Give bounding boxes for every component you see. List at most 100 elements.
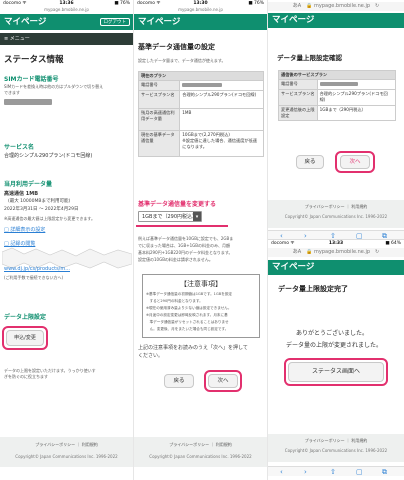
copyright: Copyright© Japan Communications Inc. 199… bbox=[15, 454, 118, 459]
table-row-value bbox=[316, 79, 397, 90]
sim-note-2: できます bbox=[4, 90, 20, 95]
notice-line: ※月途中の設定変更は即時反映されます。月末に基 bbox=[146, 313, 228, 317]
url-label[interactable]: mypage.bmobile.ne.jp bbox=[0, 7, 133, 13]
speed-label: 高速通信 1MB bbox=[4, 191, 39, 197]
usage-heading: 当月利用データ量 bbox=[4, 181, 53, 188]
footer: プライバシーポリシー ｜ 利用規約 Copyright© Japan Commu… bbox=[134, 437, 267, 467]
explain-line: 基本料290円+1GB220円のデータ料金となります。 bbox=[138, 250, 233, 255]
header-title: マイページ bbox=[138, 17, 181, 27]
header-bar: マイページ bbox=[268, 13, 404, 28]
change-heading: 基準データ通信量を変更する bbox=[138, 201, 217, 208]
limit-select-value: 1GBまで（290円税込） bbox=[142, 214, 198, 220]
confirm-panel: あA 🔒 mypage.bmobile.ne.jp ↻ マイページ データ量上限… bbox=[268, 0, 404, 240]
chevron-down-icon: ▾ bbox=[193, 212, 201, 221]
back-button[interactable]: 戻る bbox=[164, 374, 194, 388]
notice-line: 準データ通信量がリセットされることはありませ bbox=[146, 320, 229, 324]
intro-text: 設定したデータ量まで、データ通信が使えます。 bbox=[138, 58, 226, 63]
next-button-highlight bbox=[204, 370, 242, 392]
table-row-key: サービスプラン名 bbox=[137, 90, 181, 109]
detail-link[interactable]: □ 詳細表示の設定 bbox=[4, 226, 45, 233]
footer: プライバシーポリシー ｜ 利用規約 Copyright© Japan Commu… bbox=[268, 200, 404, 228]
explain-line: 設定値の10GBの料金は請求されません。 bbox=[138, 257, 213, 262]
clock: 13:33 bbox=[328, 241, 344, 246]
footer-links[interactable]: プライバシーポリシー ｜ 利用規約 bbox=[134, 442, 267, 448]
next-button-highlight bbox=[335, 151, 375, 173]
table-row-value: 1GBまで（290円税込） bbox=[316, 105, 397, 121]
logout-button[interactable]: ログアウト bbox=[99, 18, 130, 26]
confirm-table-head: 通信後のサービスプラン bbox=[278, 70, 396, 80]
url-bar[interactable]: あA 🔒 mypage.bmobile.ne.jp ↻ bbox=[268, 2, 404, 11]
tabs-icon[interactable]: ⧉ bbox=[382, 468, 387, 476]
masked-phone-number bbox=[319, 82, 358, 86]
status-bar: docomo ᯤ 13:30 ■ 76% bbox=[134, 0, 267, 7]
table-row-value: 合理的シンプル290プラン(ドコモ回線) bbox=[179, 90, 264, 109]
back-arrow-icon[interactable]: ‹ bbox=[280, 468, 283, 476]
changed-text: データ量の上限が変更されました。 bbox=[286, 342, 383, 349]
apply-button-highlight bbox=[2, 326, 48, 350]
menu-bar[interactable]: ≡ メニュー bbox=[0, 33, 133, 45]
plan-table-head: 現在のプラン bbox=[138, 71, 264, 81]
service-value: 合理的シンプル290プラン(ドコモ回線) bbox=[4, 153, 93, 159]
notice-line: ※基準データ通信量の初期値は1GBです。1GBを設定 bbox=[146, 292, 233, 296]
confirm-table: 通信後のサービスプラン 電話番号 サービスプラン名 合理的シンプル290プラン(… bbox=[278, 70, 397, 121]
service-heading: サービス名 bbox=[4, 144, 35, 151]
plan-table: 現在のプラン 電話番号 サービスプラン名 合理的シンプル290プラン(ドコモ回線… bbox=[137, 71, 264, 157]
status-bar: docomo ᯤ 13:33 ■ 64% bbox=[268, 240, 404, 247]
limit-setting-panel: docomo ᯤ 13:30 ■ 76% mypage.bmobile.ne.j… bbox=[134, 0, 268, 480]
share-icon[interactable]: ⇧ bbox=[330, 232, 336, 239]
dj-link[interactable]: www.dj.jp/cs/products/m... bbox=[4, 266, 70, 272]
bookmarks-icon[interactable]: ▢ bbox=[356, 468, 363, 476]
table-row-key: 電話番号 bbox=[137, 80, 181, 91]
limit-note-2: ぎを防ぐのに役立ちます bbox=[4, 374, 48, 379]
page-title: 基準データ通信量の設定 bbox=[138, 43, 215, 51]
limit-heading: データ上限設定 bbox=[4, 314, 47, 321]
browser-toolbar: ‹ › ⇧ ▢ ⧉ bbox=[268, 466, 404, 476]
page-title: データ量上限設定完了 bbox=[278, 285, 348, 293]
notice-line: すると290円の料金となります。 bbox=[146, 299, 203, 303]
clock: 13:30 bbox=[193, 1, 208, 6]
dj-note: (ご利用手数で接続できない方へ) bbox=[4, 275, 64, 280]
explain-line: 例えば基準データ通信量を10GBに設定でも、2GBま bbox=[138, 236, 234, 241]
page-title: データ量上限設定確認 bbox=[277, 54, 342, 62]
masked-phone-number[interactable] bbox=[4, 99, 52, 105]
share-icon[interactable]: ⇧ bbox=[330, 468, 336, 476]
masked-phone-number bbox=[182, 83, 223, 87]
footer-links[interactable]: プライバシーポリシー ｜ 利用規約 bbox=[0, 442, 133, 448]
header-bar: マイページ bbox=[134, 14, 267, 30]
header-title: マイページ bbox=[272, 262, 315, 272]
notice-line: ※現在の使用済み量より少ない値は設定できません。 bbox=[146, 306, 232, 310]
tabs-icon[interactable]: ⧉ bbox=[382, 232, 387, 239]
usage-note: ※高速通信の最大値は上限設定から変更できます。 bbox=[4, 216, 95, 221]
table-row-key: 現在の基準データ通信量 bbox=[137, 130, 181, 157]
notice-title: 【注意事項】 bbox=[180, 280, 222, 288]
complete-panel: docomo ᯤ 13:33 ■ 64% あA 🔒 mypage.bmobile… bbox=[268, 240, 404, 480]
forward-arrow-icon[interactable]: › bbox=[304, 232, 307, 239]
table-row-value: 合理的シンプル290プラン(ドコモ回線) bbox=[316, 89, 397, 106]
copyright: Copyright© Japan Communications Inc. 199… bbox=[284, 448, 388, 453]
table-row-key: サービスプラン名 bbox=[278, 89, 318, 106]
url-bar[interactable]: あA 🔒 mypage.bmobile.ne.jp ↻ bbox=[268, 248, 404, 257]
bookmarks-icon[interactable]: ▢ bbox=[356, 232, 363, 239]
back-button[interactable]: 戻る bbox=[296, 155, 324, 169]
footer: プライバシーポリシー ｜ 利用規約 Copyright© Japan Commu… bbox=[0, 437, 133, 467]
url-label[interactable]: mypage.bmobile.ne.jp bbox=[134, 7, 267, 13]
footer-links[interactable]: プライバシーポリシー ｜ 利用規約 bbox=[268, 438, 404, 444]
footer-links[interactable]: プライバシーポリシー ｜ 利用規約 bbox=[268, 204, 404, 210]
battery-label: ■ 76% bbox=[114, 1, 130, 6]
speed-max: (最大 10000MBまで利用可能) bbox=[8, 199, 71, 204]
table-row-value: 1MB bbox=[179, 108, 264, 131]
confirm-text-2: ください。 bbox=[138, 353, 164, 359]
notice-line: ん。変更後、月をまたいだ場合も同じ設定です。 bbox=[146, 327, 229, 331]
clock: 13:36 bbox=[59, 1, 74, 6]
battery-label: ■ 76% bbox=[248, 1, 264, 6]
forward-arrow-icon[interactable]: › bbox=[304, 468, 307, 476]
usage-period: 2022年3月31日 ～ 2022年4月29日 bbox=[4, 207, 79, 212]
limit-select[interactable]: 1GBまで（290円税込） ▾ bbox=[138, 211, 202, 222]
back-arrow-icon[interactable]: ‹ bbox=[280, 232, 283, 239]
notice-box: 【注意事項】 ※基準データ通信量の初期値は1GBです。1GBを設定 すると290… bbox=[142, 274, 260, 338]
battery-label: ■ 64% bbox=[385, 241, 401, 246]
table-row-key: 変更通信後の上限設定 bbox=[278, 105, 318, 121]
status-button-highlight bbox=[284, 358, 388, 386]
table-row-key: 残月の高速通信利用データ量 bbox=[137, 108, 181, 131]
copyright: Copyright© Japan Communications Inc. 199… bbox=[149, 454, 252, 459]
